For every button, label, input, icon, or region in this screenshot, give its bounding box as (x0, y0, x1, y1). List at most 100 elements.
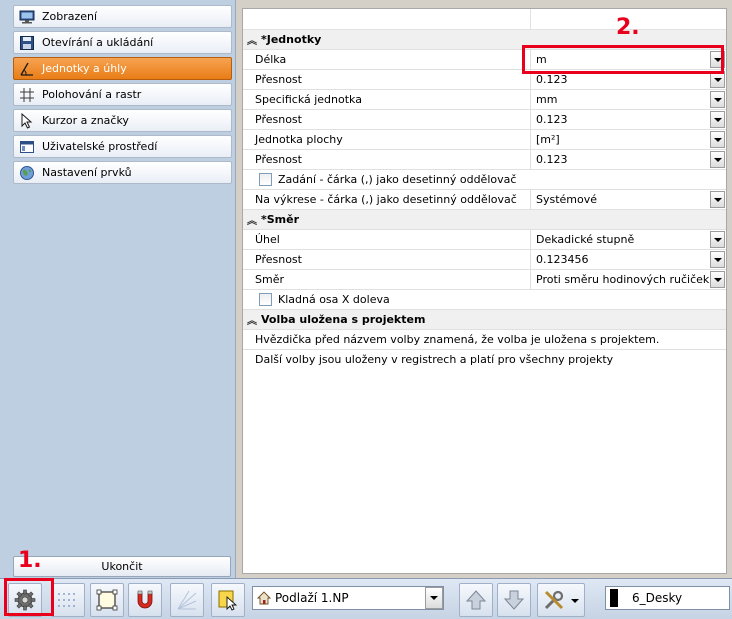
specific-precision-value: 0.123 (536, 113, 568, 126)
collapse-chevron-icon[interactable]: ︽ (247, 212, 261, 227)
dropdown-arrow-icon[interactable] (710, 51, 725, 68)
angle-track-button[interactable] (170, 583, 204, 617)
area-precision-label: Přesnost (255, 153, 302, 166)
dot-grid-button[interactable] (51, 583, 85, 617)
positive-x-checkbox[interactable] (259, 293, 272, 306)
layer-color-swatch (610, 589, 618, 607)
row-info-2: Další volby jsou uloženy v registrech a … (243, 350, 726, 370)
dropdown-arrow-icon[interactable] (710, 71, 725, 88)
select-cursor-icon (218, 590, 238, 611)
close-button[interactable]: Ukončit (13, 556, 231, 577)
row-positive-x: Kladná osa X doleva (243, 290, 726, 310)
input-comma-checkbox[interactable] (259, 173, 272, 186)
dropdown-arrow-icon[interactable] (710, 111, 725, 128)
layer-indicator[interactable]: 6_Desky (605, 586, 730, 610)
dropdown-arrow-icon[interactable] (710, 271, 725, 288)
sidebar-item-label: Polohování a rastr (42, 88, 142, 101)
sidebar-item-label: Uživatelské prostředí (42, 140, 158, 153)
length-precision-select[interactable]: 0.123 (530, 70, 726, 89)
sidebar-item-oteviraniaukladani[interactable]: Otevírání a ukládání (13, 31, 232, 54)
property-grid: ︽ *Jednotky Délka m Přesnost 0.123 Speci… (242, 8, 727, 574)
info-text: Další volby jsou uloženy v registrech a … (255, 353, 614, 366)
dropdown-arrow-icon[interactable] (710, 191, 725, 208)
specific-precision-select[interactable]: 0.123 (530, 110, 726, 129)
angle-select[interactable]: Dekadické stupně (530, 230, 726, 249)
length-precision-label: Přesnost (255, 73, 302, 86)
cursor-select-button[interactable] (211, 583, 245, 617)
info-text: Hvězdička před názvem volby znamená, že … (255, 333, 660, 346)
sidebar-item-jednotkyauhly[interactable]: Jednotky a úhly (13, 57, 232, 80)
drawing-comma-label: Na výkrese - čárka (,) jako desetinný od… (255, 193, 517, 206)
snap-magnet-button[interactable] (128, 583, 162, 617)
row-area-precision: Přesnost 0.123 (243, 150, 726, 170)
chevron-down-icon[interactable] (571, 599, 579, 603)
dropdown-arrow-icon[interactable] (710, 91, 725, 108)
sidebar-item-label: Zobrazení (42, 10, 98, 23)
direction-label: Směr (255, 273, 284, 286)
angle-precision-label: Přesnost (255, 253, 302, 266)
row-specific-unit: Specifická jednotka mm (243, 90, 726, 110)
input-comma-label: Zadání - čárka (,) jako desetinný oddělo… (278, 173, 517, 186)
settings-button[interactable] (8, 583, 42, 617)
angle-label: Úhel (255, 233, 280, 246)
collapse-chevron-icon[interactable]: ︽ (247, 32, 261, 47)
bottom-toolbar: Podlaží 1.NP 6_Desky (0, 578, 732, 619)
row-area-unit: Jednotka plochy [m²] (243, 130, 726, 150)
length-value: m (536, 53, 547, 66)
direction-select[interactable]: Proti směru hodinových ručiček (530, 270, 726, 289)
sidebar-item-nastaveniprvku[interactable]: Nastavení prvků (13, 161, 232, 184)
sidebar-item-label: Kurzor a značky (42, 114, 129, 127)
floor-select[interactable]: Podlaží 1.NP (252, 586, 444, 610)
row-direction: Směr Proti směru hodinových ručiček (243, 270, 726, 290)
row-input-comma: Zadání - čárka (,) jako desetinný oddělo… (243, 170, 726, 190)
sidebar-item-polohovaniarastr[interactable]: Polohování a rastr (13, 83, 232, 106)
angle-precision-select[interactable]: 0.123456 (530, 250, 726, 269)
sidebar-item-uzivatelskeprostredi[interactable]: Uživatelské prostředí (13, 135, 232, 158)
dropdown-arrow-icon[interactable] (710, 251, 725, 268)
dropdown-arrow-icon[interactable] (425, 587, 443, 609)
length-label: Délka (255, 53, 287, 66)
row-length: Délka m (243, 50, 726, 70)
annotation-number-1: 1. (18, 548, 42, 573)
row-specific-precision: Přesnost 0.123 (243, 110, 726, 130)
collapse-chevron-icon[interactable]: ︽ (247, 312, 261, 327)
length-select[interactable]: m (530, 50, 726, 69)
angle-precision-value: 0.123456 (536, 253, 589, 266)
magnet-icon (137, 590, 153, 609)
positive-x-label: Kladná osa X doleva (278, 293, 390, 306)
frame-select-icon (96, 589, 118, 611)
section-units[interactable]: ︽ *Jednotky (243, 30, 726, 50)
grid-header (243, 9, 726, 30)
dropdown-arrow-icon[interactable] (710, 231, 725, 248)
tools-menu-button[interactable] (537, 583, 585, 617)
sidebar-item-zobrazeni[interactable]: Zobrazení (13, 5, 232, 28)
area-unit-select[interactable]: [m²] (530, 130, 726, 149)
frame-button[interactable] (90, 583, 124, 617)
section-title: *Jednotky (261, 33, 322, 46)
floor-down-button[interactable] (497, 583, 531, 617)
dot-grid-icon (58, 593, 75, 607)
drawing-comma-select[interactable]: Systémové (530, 190, 726, 209)
section-saved-with-project[interactable]: ︽ Volba uložena s projektem (243, 310, 726, 330)
sidebar-item-label: Nastavení prvků (42, 166, 132, 179)
settings-sidebar: Zobrazení Otevírání a ukládání Jednotky … (0, 0, 236, 578)
dropdown-arrow-icon[interactable] (710, 131, 725, 148)
dropdown-arrow-icon[interactable] (710, 151, 725, 168)
arrow-down-icon (503, 590, 525, 610)
save-folder-icon (20, 35, 34, 50)
globe-icon (20, 165, 34, 180)
specific-precision-label: Přesnost (255, 113, 302, 126)
area-precision-select[interactable]: 0.123 (530, 150, 726, 169)
specific-unit-select[interactable]: mm (530, 90, 726, 109)
angle-units-icon (20, 62, 33, 76)
direction-value: Proti směru hodinových ručiček (536, 273, 710, 286)
sidebar-item-label: Otevírání a ukládání (42, 36, 154, 49)
drawing-comma-value: Systémové (536, 193, 598, 206)
layer-name: 6_Desky (632, 591, 683, 605)
sidebar-item-kurzoraznacky[interactable]: Kurzor a značky (13, 109, 232, 132)
settings-content: ︽ *Jednotky Délka m Přesnost 0.123 Speci… (237, 0, 732, 578)
floor-up-button[interactable] (459, 583, 493, 617)
cursor-icon (21, 112, 33, 129)
row-drawing-comma: Na výkrese - čárka (,) jako desetinný od… (243, 190, 726, 210)
section-direction[interactable]: ︽ *Směr (243, 210, 726, 230)
